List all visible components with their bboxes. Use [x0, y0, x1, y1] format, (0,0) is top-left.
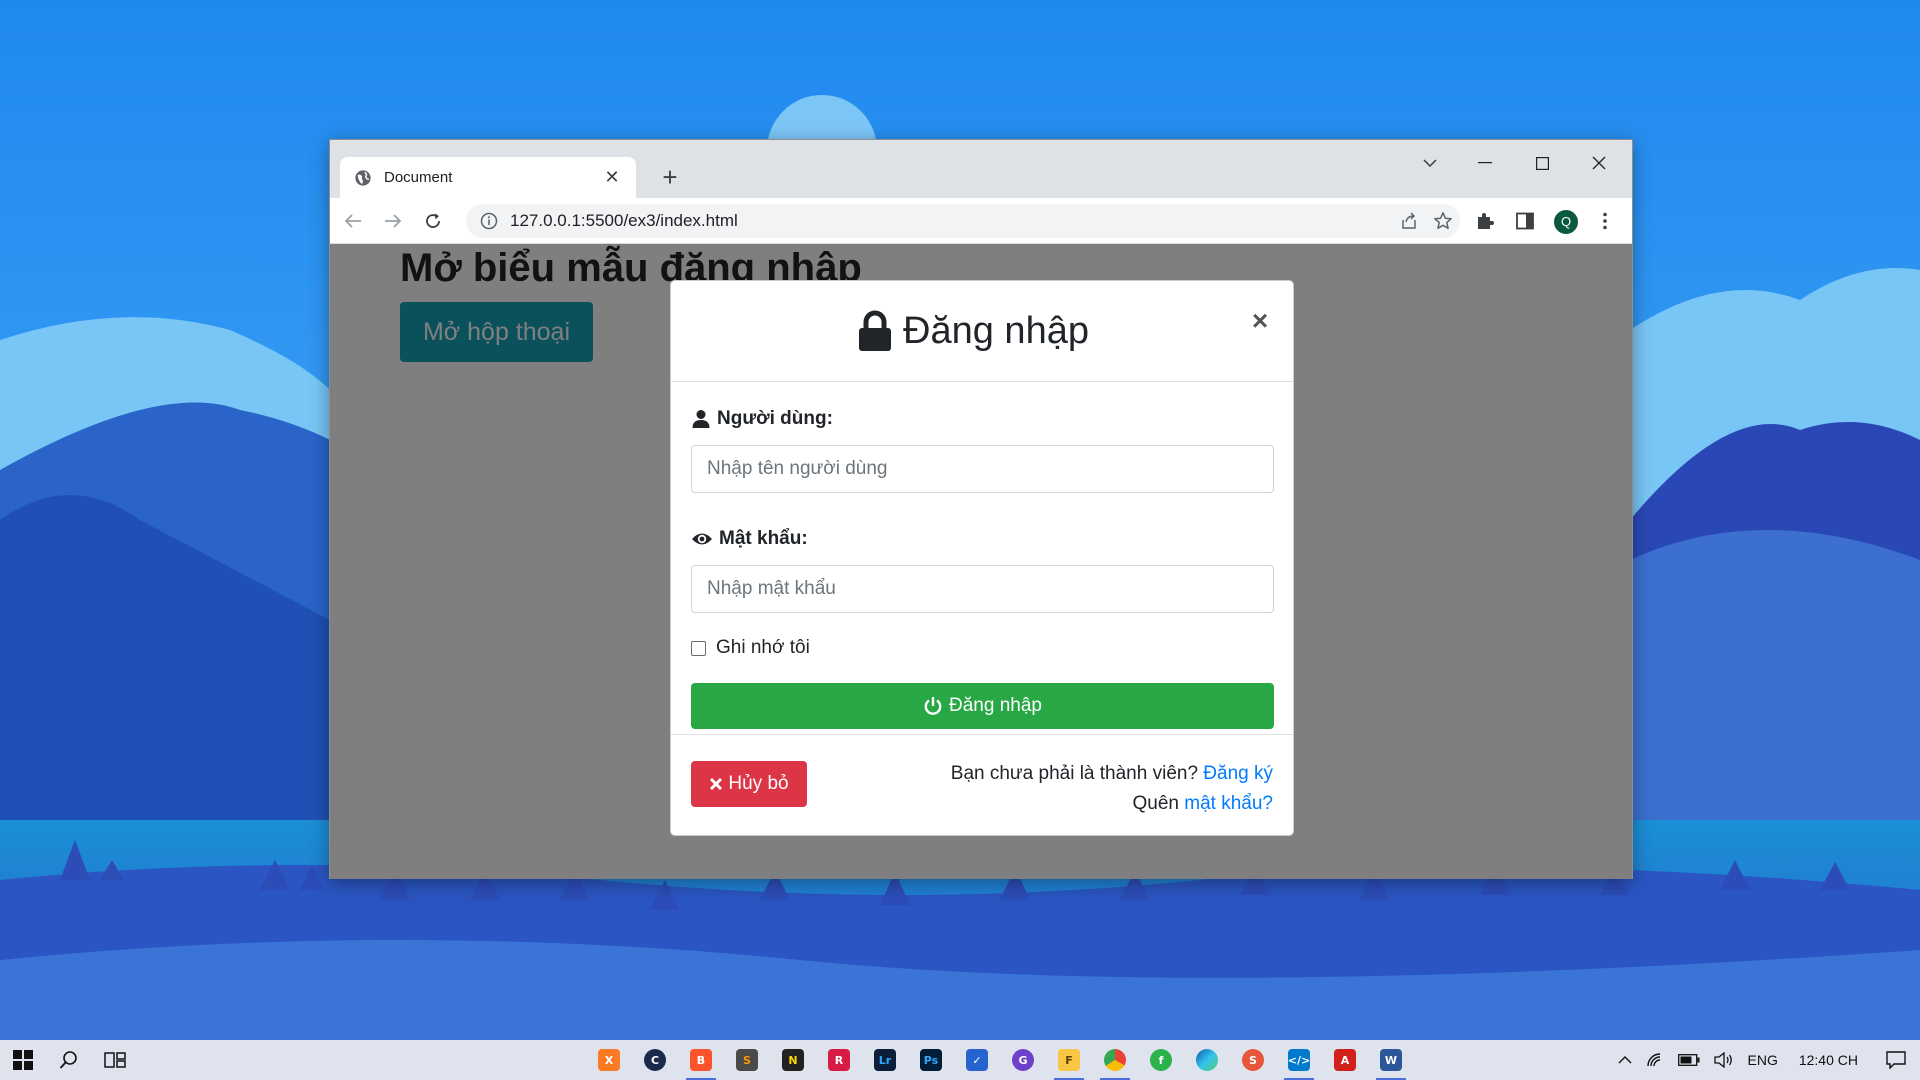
login-submit-label: Đăng nhập: [949, 695, 1042, 716]
window-close-icon[interactable]: [1579, 148, 1619, 178]
volume-icon[interactable]: [1707, 1040, 1741, 1080]
file-explorer-icon[interactable]: F: [1046, 1040, 1092, 1080]
menu-kebab-icon[interactable]: [1590, 206, 1620, 236]
battery-icon[interactable]: [1671, 1040, 1707, 1080]
start-windows-icon[interactable]: [0, 1040, 46, 1080]
remember-me[interactable]: Ghi nhớ tôi: [691, 637, 1273, 659]
cancel-button[interactable]: Hủy bỏ: [691, 761, 807, 807]
address-bar[interactable]: 127.0.0.1:5500/ex3/index.html: [466, 204, 1460, 238]
password-label-text: Mật khẩu:: [719, 528, 808, 549]
side-panel-icon[interactable]: [1510, 206, 1540, 236]
maximize-icon[interactable]: [1522, 148, 1562, 178]
task-view-icon[interactable]: [92, 1040, 138, 1080]
site-info-icon[interactable]: [480, 212, 498, 230]
forward-arrow-icon[interactable]: [378, 206, 408, 236]
brave-icon[interactable]: B: [678, 1040, 724, 1080]
modal-header: Đăng nhập ×: [671, 281, 1293, 382]
c-app-icon[interactable]: C: [632, 1040, 678, 1080]
tab-search-chevron-icon[interactable]: [1410, 148, 1450, 178]
lock-icon: [859, 310, 892, 351]
modal-close-icon[interactable]: ×: [1247, 305, 1273, 337]
taskbar-apps: X C B S N R Lr Ps ✓ G F f S </> A W: [586, 1040, 1414, 1080]
tray-chevron-up-icon[interactable]: [1611, 1040, 1639, 1080]
footer-links: Bạn chưa phải là thành viên? Đăng ký Quê…: [951, 759, 1273, 819]
remember-label: Ghi nhớ tôi: [716, 637, 810, 658]
acrobat-icon[interactable]: A: [1322, 1040, 1368, 1080]
modal-footer: Hủy bỏ Bạn chưa phải là thành viên? Đăng…: [671, 735, 1293, 835]
page-viewport: Mở biểu mẫu đăng nhập Mở hộp thoại Đăng …: [330, 244, 1632, 879]
lightroom-classic-icon[interactable]: Lr: [862, 1040, 908, 1080]
clock[interactable]: 12:40 CH: [1785, 1040, 1872, 1080]
system-tray: ENG 12:40 CH: [1611, 1040, 1920, 1080]
forgot-password-link[interactable]: mật khẩu?: [1184, 793, 1273, 814]
tab-close-icon[interactable]: ✕: [602, 167, 622, 188]
password-label: Mật khẩu:: [691, 526, 1273, 552]
vscode-icon[interactable]: </>: [1276, 1040, 1322, 1080]
browser-toolbar: 127.0.0.1:5500/ex3/index.html Q: [330, 198, 1632, 244]
taskbar: X C B S N R Lr Ps ✓ G F f S </> A W ENG …: [0, 1040, 1920, 1080]
modal-title: Đăng nhập: [857, 310, 1089, 353]
xampp-icon[interactable]: X: [586, 1040, 632, 1080]
bookmark-star-icon[interactable]: [1426, 206, 1460, 236]
login-modal: Đăng nhập × Người dùng: Nhập tên người d…: [670, 280, 1294, 836]
tab-document[interactable]: Document ✕: [340, 157, 636, 198]
login-submit-button[interactable]: Đăng nhập: [691, 683, 1274, 729]
s-app-icon[interactable]: S: [1230, 1040, 1276, 1080]
photoshop-icon[interactable]: Ps: [908, 1040, 954, 1080]
eye-icon: [692, 533, 712, 545]
register-link[interactable]: Đăng ký: [1203, 763, 1273, 784]
browser-window: Document ✕ + 127.0.0.1:5500/ex3/index.ht…: [329, 139, 1633, 879]
not-member-text: Bạn chưa phải là thành viên?: [950, 763, 1199, 784]
notes-icon[interactable]: N: [770, 1040, 816, 1080]
search-icon[interactable]: [46, 1040, 92, 1080]
back-arrow-icon[interactable]: [338, 206, 368, 236]
minimize-icon[interactable]: [1465, 148, 1505, 178]
username-label-text: Người dùng:: [717, 408, 833, 429]
profile-avatar[interactable]: Q: [1553, 209, 1579, 235]
wifi-icon[interactable]: [1639, 1040, 1671, 1080]
user-icon: [692, 410, 710, 428]
tab-title: Document: [384, 169, 453, 186]
notifications-icon[interactable]: [1872, 1040, 1920, 1080]
modal-body: Người dùng: Mật khẩu: Ghi nhớ tôi: [671, 382, 1293, 735]
chrome-icon[interactable]: [1092, 1040, 1138, 1080]
todo-icon[interactable]: ✓: [954, 1040, 1000, 1080]
cancel-label: Hủy bỏ: [728, 773, 789, 794]
share-icon[interactable]: [1392, 206, 1426, 236]
new-tab-plus-icon[interactable]: +: [656, 164, 684, 192]
username-label: Người dùng:: [691, 406, 1273, 432]
tab-strip: Document ✕ +: [330, 140, 1632, 198]
sublime-icon[interactable]: S: [724, 1040, 770, 1080]
reload-icon[interactable]: [418, 206, 448, 236]
times-icon: [710, 777, 723, 791]
word-icon[interactable]: W: [1368, 1040, 1414, 1080]
username-input[interactable]: [691, 445, 1274, 493]
modal-title-text: Đăng nhập: [903, 309, 1089, 352]
password-input[interactable]: [691, 565, 1274, 613]
github-desktop-icon[interactable]: G: [1000, 1040, 1046, 1080]
edge-icon[interactable]: [1184, 1040, 1230, 1080]
globe-icon: [355, 169, 371, 186]
url-text: 127.0.0.1:5500/ex3/index.html: [510, 211, 738, 230]
power-icon: [924, 697, 942, 715]
forgot-text: Quên: [1132, 793, 1179, 814]
remember-checkbox[interactable]: [691, 640, 706, 656]
language-indicator[interactable]: ENG: [1741, 1040, 1785, 1080]
feedly-icon[interactable]: f: [1138, 1040, 1184, 1080]
recorder-icon[interactable]: R: [816, 1040, 862, 1080]
extensions-puzzle-icon[interactable]: [1470, 206, 1500, 236]
